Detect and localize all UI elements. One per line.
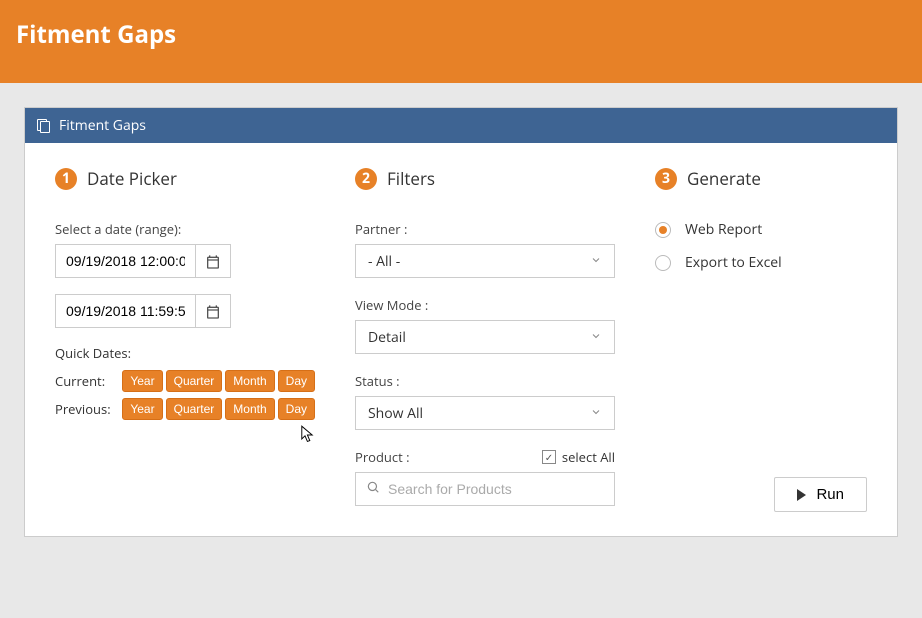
select-all-label: select All <box>562 448 615 466</box>
copy-icon <box>37 119 51 133</box>
run-button-wrap: Run <box>774 477 867 512</box>
status-label: Status : <box>355 372 615 390</box>
badge-1: 1 <box>55 168 77 190</box>
play-icon <box>797 489 806 501</box>
date-to-group <box>55 294 315 328</box>
panel-body: 1 Date Picker Select a date (range): <box>25 143 897 536</box>
current-button-group: Year Quarter Month Day <box>122 370 315 392</box>
current-month-button[interactable]: Month <box>225 370 274 392</box>
checkbox-icon: ✓ <box>542 450 556 464</box>
main-panel: Fitment Gaps 1 Date Picker Select a date… <box>24 107 898 537</box>
chevron-down-icon <box>590 328 602 347</box>
chevron-down-icon <box>590 252 602 271</box>
date-picker-title: Date Picker <box>87 167 177 190</box>
generate-heading: 3 Generate <box>655 167 867 190</box>
filters-heading: 2 Filters <box>355 167 615 190</box>
web-report-label: Web Report <box>685 220 762 239</box>
view-mode-select[interactable]: Detail <box>355 320 615 354</box>
date-from-input[interactable] <box>55 244 195 278</box>
badge-2: 2 <box>355 168 377 190</box>
date-picker-heading: 1 Date Picker <box>55 167 315 190</box>
view-mode-value: Detail <box>368 328 406 347</box>
quick-previous-row: Previous: Year Quarter Month Day <box>55 398 315 420</box>
calendar-icon <box>205 304 221 318</box>
web-report-option[interactable]: Web Report <box>655 220 867 239</box>
date-to-calendar-button[interactable] <box>195 294 231 328</box>
current-year-button[interactable]: Year <box>122 370 162 392</box>
partner-select[interactable]: - All - <box>355 244 615 278</box>
quick-current-row: Current: Year Quarter Month Day <box>55 370 315 392</box>
search-icon <box>366 480 380 499</box>
partner-label: Partner : <box>355 220 615 238</box>
product-label-row: Product : ✓ select All <box>355 448 615 466</box>
product-label: Product : <box>355 448 410 466</box>
radio-selected-icon <box>655 222 671 238</box>
export-excel-option[interactable]: Export to Excel <box>655 253 867 272</box>
view-mode-label: View Mode : <box>355 296 615 314</box>
generate-section: 3 Generate Web Report Export to Excel <box>655 167 867 506</box>
panel-header: Fitment Gaps <box>25 108 897 143</box>
date-to-input[interactable] <box>55 294 195 328</box>
quick-dates-label: Quick Dates: <box>55 344 315 362</box>
filters-section: 2 Filters Partner : - All - View Mode : … <box>355 167 615 506</box>
page-title: Fitment Gaps <box>16 18 906 51</box>
previous-label: Previous: <box>55 400 112 418</box>
current-quarter-button[interactable]: Quarter <box>166 370 223 392</box>
date-range-label: Select a date (range): <box>55 220 315 238</box>
status-select[interactable]: Show All <box>355 396 615 430</box>
filters-title: Filters <box>387 167 435 190</box>
run-label: Run <box>816 486 844 503</box>
previous-day-button[interactable]: Day <box>278 398 315 420</box>
badge-3: 3 <box>655 168 677 190</box>
date-picker-section: 1 Date Picker Select a date (range): <box>55 167 315 506</box>
previous-month-button[interactable]: Month <box>225 398 274 420</box>
panel-title: Fitment Gaps <box>59 116 146 135</box>
previous-quarter-button[interactable]: Quarter <box>166 398 223 420</box>
product-search-input[interactable] <box>388 474 604 504</box>
generate-title: Generate <box>687 167 761 190</box>
product-search-wrap <box>355 472 615 506</box>
previous-year-button[interactable]: Year <box>122 398 162 420</box>
select-all-checkbox[interactable]: ✓ select All <box>542 448 615 466</box>
date-from-group <box>55 244 315 278</box>
calendar-icon <box>205 254 221 268</box>
chevron-down-icon <box>590 404 602 423</box>
previous-button-group: Year Quarter Month Day <box>122 398 315 420</box>
radio-unselected-icon <box>655 255 671 271</box>
export-excel-label: Export to Excel <box>685 253 782 272</box>
current-day-button[interactable]: Day <box>278 370 315 392</box>
date-from-calendar-button[interactable] <box>195 244 231 278</box>
current-label: Current: <box>55 372 112 390</box>
partner-value: - All - <box>368 252 400 271</box>
app-header: Fitment Gaps <box>0 0 922 83</box>
run-button[interactable]: Run <box>774 477 867 512</box>
status-value: Show All <box>368 404 423 423</box>
